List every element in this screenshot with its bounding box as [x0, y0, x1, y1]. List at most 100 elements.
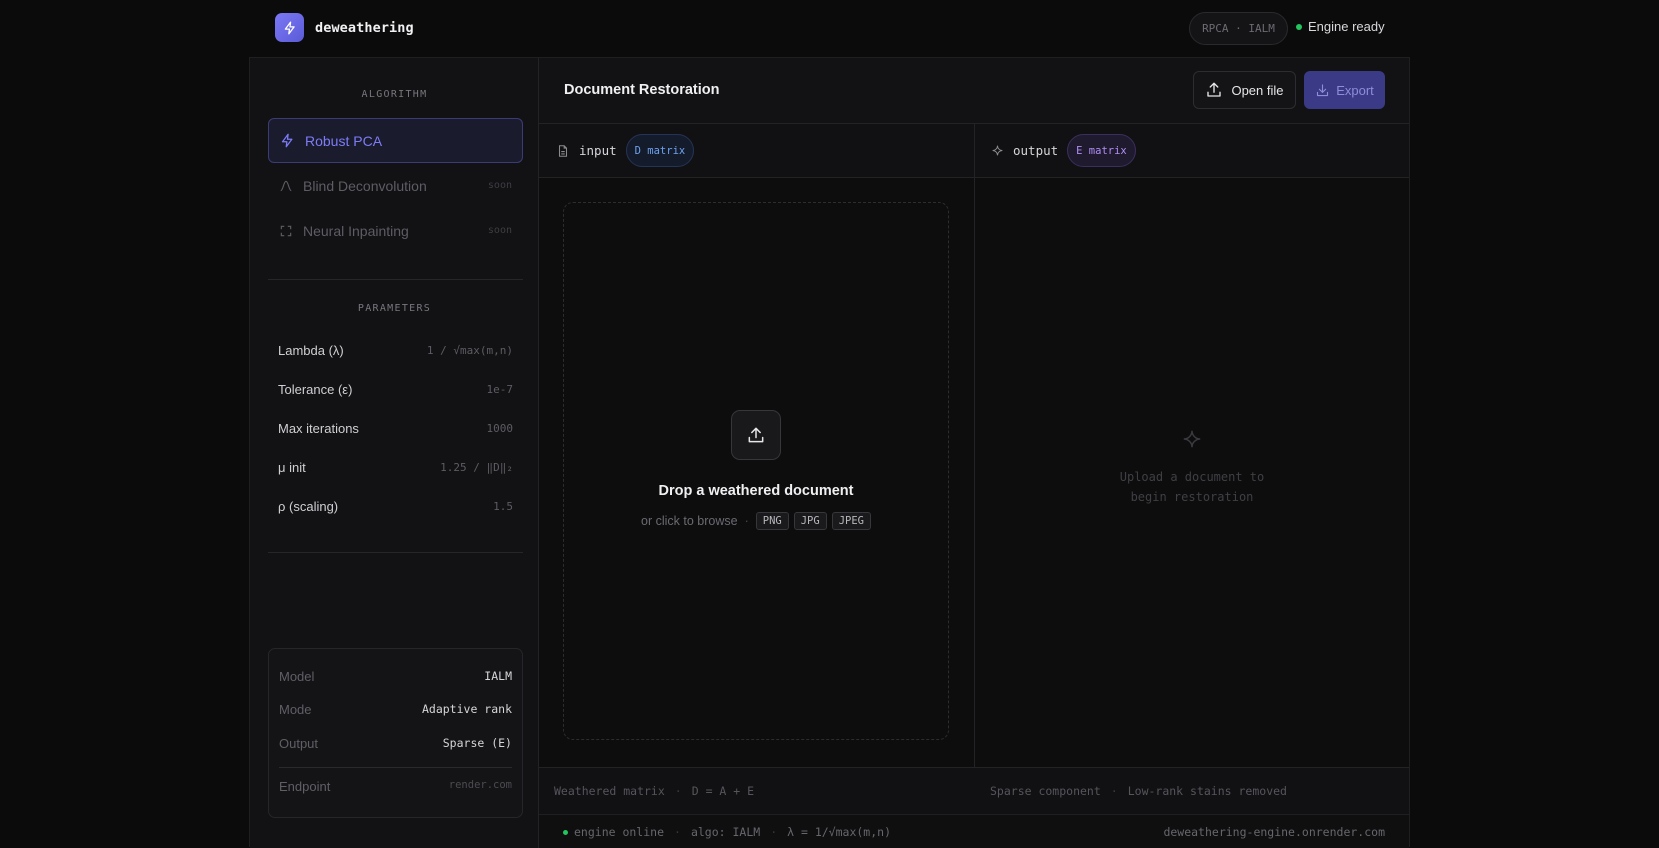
algo-pill: RPCA · IALM: [1189, 12, 1288, 45]
top-bar: deweathering RPCA · IALM Engine ready: [0, 0, 1659, 56]
sparkle-icon: [1183, 430, 1201, 448]
engine-status-text: Engine ready: [1308, 19, 1385, 34]
sparkle-icon: [992, 145, 1003, 156]
info-label: Output: [279, 736, 319, 751]
info-value: render.com: [448, 779, 512, 791]
d-matrix-tag: D matrix: [625, 134, 695, 167]
param-value: 1.5: [493, 500, 513, 513]
info-row-endpoint: Endpoint render.com: [279, 779, 512, 794]
footer-text: Sparse component: [990, 784, 1101, 798]
export-button[interactable]: Export: [1304, 71, 1385, 109]
param-value: 1 / √max(m,n): [426, 344, 513, 357]
param-tolerance: Tolerance (ε) 1e-7: [278, 382, 513, 397]
curve-icon: [280, 180, 292, 191]
page-title: Document Restoration: [564, 82, 720, 98]
upload-icon: [1207, 82, 1222, 97]
input-pane-header: input D matrix: [539, 124, 974, 178]
info-label: Endpoint: [279, 779, 331, 794]
dropzone-subtitle: or click to browse · PNG JPG JPEG: [564, 512, 948, 530]
open-file-label: Open file: [1231, 82, 1284, 98]
status-bar: engine online · algo: IALM · λ = 1/√max(…: [539, 814, 1409, 848]
param-label: Max iterations: [278, 421, 359, 436]
algorithm-label: Neural Inpainting: [303, 222, 409, 239]
e-matrix-tag: E matrix: [1067, 134, 1136, 167]
output-footer: Sparse component · Low-rank stains remov…: [990, 784, 1287, 798]
open-file-button[interactable]: Open file: [1193, 71, 1296, 109]
algorithm-item-neural-inpainting[interactable]: Neural Inpainting soon: [268, 208, 523, 253]
engine-online-text: engine online: [574, 825, 665, 839]
info-divider: [279, 767, 512, 768]
param-label: ρ (scaling): [278, 499, 339, 514]
param-mu-init: μ init 1.25 / ‖D‖₂: [278, 460, 513, 475]
info-row-model: Model IALM: [279, 669, 512, 684]
algorithm-label: Robust PCA: [305, 132, 383, 149]
info-label: Model: [279, 669, 315, 684]
algo-status: algo: IALM: [690, 825, 761, 839]
info-value: Sparse (E): [442, 736, 512, 750]
divider: [268, 279, 523, 280]
separator: ·: [1110, 784, 1118, 798]
bolt-icon: [281, 133, 293, 148]
param-label: Tolerance (ε): [278, 382, 353, 397]
param-max-iterations: Max iterations 1000: [278, 421, 513, 436]
input-footer: Weathered matrix · D = A + E: [554, 784, 754, 798]
separator: ·: [674, 825, 681, 839]
dropzone-title: Drop a weathered document: [658, 483, 854, 499]
input-pane-label: input: [579, 143, 617, 158]
expand-icon: [280, 225, 292, 236]
output-empty-state: Upload a document to begin restoration: [975, 428, 1409, 507]
model-info-card: Model IALM Mode Adaptive rank Output Spa…: [268, 648, 523, 818]
upload-button[interactable]: [731, 410, 781, 460]
separator: ·: [674, 784, 682, 798]
download-icon: [1317, 83, 1329, 96]
param-value: 1000: [486, 422, 514, 435]
app-frame: ALGORITHM Robust PCA Blind Deconvolution…: [249, 57, 1410, 848]
algorithm-section-title: ALGORITHM: [361, 89, 428, 100]
separator: ·: [744, 514, 749, 528]
format-badge-png: PNG: [755, 512, 789, 530]
soon-badge: soon: [487, 180, 512, 191]
format-badge-jpg: JPG: [793, 512, 827, 530]
param-label: Lambda (λ): [278, 343, 344, 358]
output-pane-header: output E matrix: [975, 124, 1409, 178]
upload-icon: [748, 427, 764, 443]
param-label: μ init: [278, 460, 306, 475]
format-badge-jpeg: JPEG: [831, 512, 871, 530]
footer-text: Weathered matrix: [554, 784, 665, 798]
lambda-status: λ = 1/√max(m,n): [787, 825, 891, 839]
param-value: 1.25 / ‖D‖₂: [440, 461, 513, 474]
main-panel: Document Restoration Open file Export in…: [539, 58, 1409, 848]
export-label: Export: [1336, 82, 1374, 98]
separator: ·: [770, 825, 778, 839]
footer-detail: Low-rank stains removed: [1127, 784, 1287, 798]
status-left: engine online · algo: IALM · λ = 1/√max(…: [563, 825, 891, 839]
algorithm-item-robust-pca[interactable]: Robust PCA: [268, 118, 523, 163]
main-header: Document Restoration Open file Export: [539, 58, 1409, 124]
parameters-section-title: PARAMETERS: [357, 303, 432, 314]
info-value: Adaptive rank: [421, 702, 512, 716]
output-pane-label: output: [1013, 143, 1059, 158]
param-value: 1e-7: [486, 383, 514, 396]
soon-badge: soon: [487, 225, 512, 236]
info-label: Mode: [279, 702, 312, 717]
info-value: IALM: [484, 669, 512, 683]
param-lambda: Lambda (λ) 1 / √max(m,n): [278, 343, 513, 358]
pane-footer: Weathered matrix · D = A + E Sparse comp…: [539, 767, 1409, 814]
divider: [268, 552, 523, 553]
sidebar: ALGORITHM Robust PCA Blind Deconvolution…: [250, 58, 539, 848]
file-icon: [558, 144, 568, 157]
engine-online: engine online: [563, 825, 664, 839]
info-row-output: Output Sparse (E): [279, 736, 512, 751]
host-url[interactable]: deweathering-engine.onrender.com: [1163, 825, 1385, 839]
algorithm-item-blind-deconvolution[interactable]: Blind Deconvolution soon: [268, 163, 523, 208]
engine-status: Engine ready: [1296, 19, 1385, 34]
bolt-logo-icon: [275, 13, 304, 42]
param-rho-scaling: ρ (scaling) 1.5: [278, 499, 513, 514]
browse-text[interactable]: or click to browse: [641, 514, 738, 528]
empty-line-1: Upload a document to: [1119, 470, 1265, 484]
document-dropzone[interactable]: Drop a weathered document or click to br…: [563, 202, 949, 740]
app-name: deweathering: [315, 19, 414, 36]
brand[interactable]: deweathering: [275, 13, 414, 42]
footer-formula: D = A + E: [691, 784, 755, 798]
status-dot-icon: [563, 829, 568, 835]
